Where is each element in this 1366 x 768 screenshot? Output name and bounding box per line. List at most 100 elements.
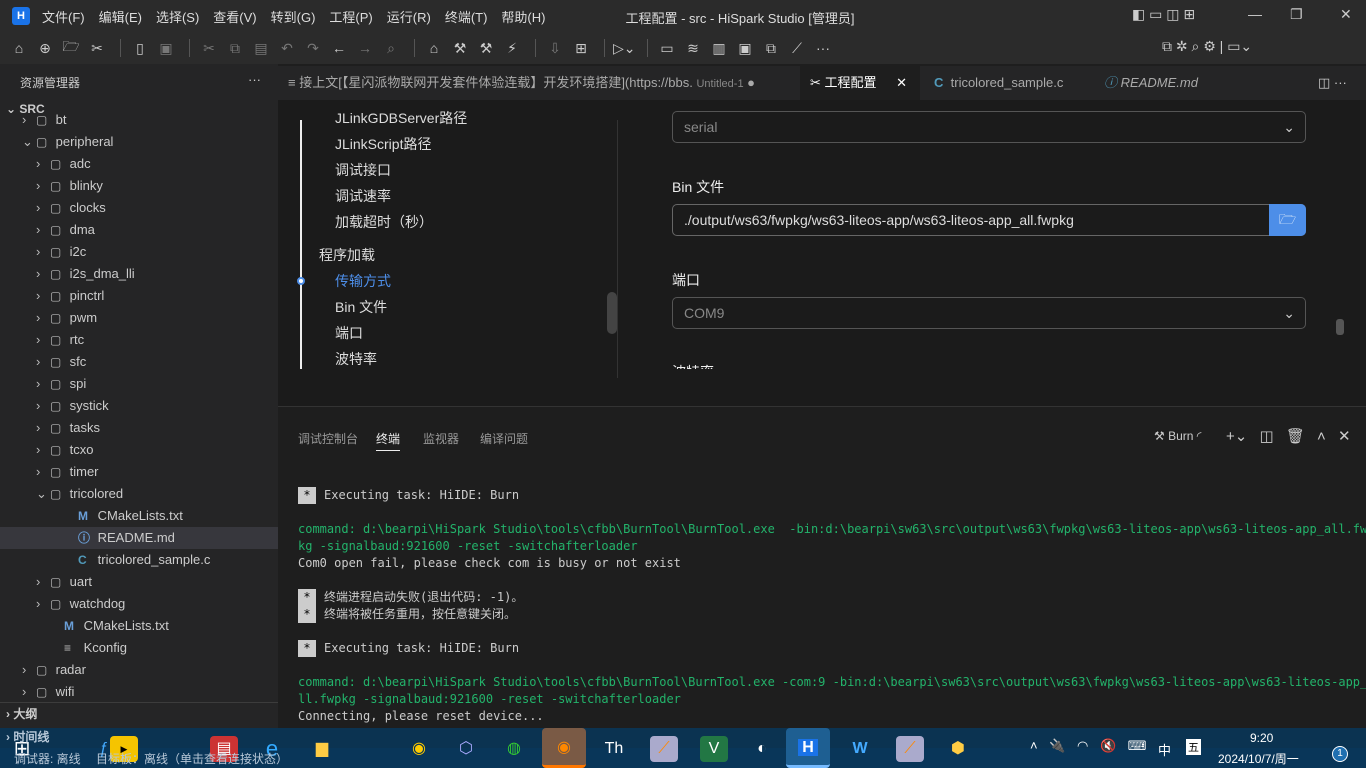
firefox-icon[interactable]: ◉ (542, 728, 586, 768)
cut-icon[interactable]: ✂ (198, 40, 220, 57)
tree-item[interactable]: › ▢ i2c (0, 241, 278, 263)
tree-item[interactable]: M CMakeLists.txt (0, 505, 278, 527)
minimize-button[interactable]: — (1248, 6, 1262, 22)
port-select[interactable]: COM9 ⌄ (672, 297, 1306, 329)
app-icon-2[interactable]: ⟋ (896, 736, 924, 762)
rebuild-icon[interactable]: ⚒ (475, 40, 497, 57)
tree-item[interactable]: › ▢ clocks (0, 197, 278, 219)
menu-item[interactable]: 文件(F) (42, 10, 85, 25)
home-icon[interactable]: ⌂ (8, 40, 30, 56)
panel-tab[interactable]: 终端 (376, 430, 401, 451)
outline-section[interactable]: › 大纲 (0, 702, 278, 724)
virtualbox-icon[interactable]: ⬡ (452, 736, 480, 762)
config-nav-item[interactable]: 加载超时（秒） (335, 212, 433, 232)
typora-icon[interactable]: Th (600, 736, 628, 762)
tab-tricolored-sample[interactable]: C tricolored_sample.c (924, 66, 1089, 100)
copy-icon[interactable]: ⧉ (224, 40, 246, 57)
tab-project-config[interactable]: ✂ 工程配置 ✕ (800, 66, 920, 100)
tree-item[interactable]: › ▢ sfc (0, 351, 278, 373)
config-nav-item[interactable]: 程序加载 (319, 245, 375, 265)
tree-item[interactable]: › ▢ radar (0, 659, 278, 681)
browse-folder-button[interactable]: 🗁 (1269, 204, 1306, 236)
menu-item[interactable]: 选择(S) (156, 10, 199, 25)
menu-item[interactable]: 查看(V) (213, 10, 256, 25)
close-tab-icon[interactable]: ✕ (896, 75, 907, 90)
tree-item[interactable]: M CMakeLists.txt (0, 615, 278, 637)
config-nav-item[interactable]: 调试接口 (335, 160, 391, 180)
burn-icon[interactable]: ⚡ (501, 40, 523, 57)
clock-time[interactable]: 9:20 (1250, 731, 1273, 745)
wechat-icon[interactable]: ◍ (500, 736, 528, 762)
tree-item[interactable]: › ▢ blinky (0, 175, 278, 197)
config-nav-item[interactable]: JLinkGDBServer路径 (335, 108, 467, 128)
close-window-button[interactable]: ✕ (1340, 6, 1352, 23)
config-nav-item[interactable]: 端口 (335, 323, 363, 343)
panel-tab[interactable]: 调试控制台 (298, 430, 358, 447)
chip-icon[interactable]: ▣ (734, 40, 756, 57)
file-icon[interactable]: ▯ (129, 40, 151, 57)
tree-item[interactable]: › ▢ systick (0, 395, 278, 417)
chart-icon[interactable]: ▥ (708, 40, 730, 57)
ime-indicator[interactable]: 中 (1158, 740, 1171, 759)
config-nav-item[interactable]: 波特率 (335, 349, 377, 369)
tree-item[interactable]: › ▢ adc (0, 153, 278, 175)
tree-item[interactable]: › ▢ bt (0, 109, 278, 131)
clock-date[interactable]: 2024/10/7/周一 (1218, 750, 1299, 767)
menu-item[interactable]: 转到(G) (271, 10, 316, 25)
task-selector[interactable]: ⚒ Burn ◜ (1154, 429, 1201, 443)
tree-item[interactable]: › ▢ pinctrl (0, 285, 278, 307)
tree-item[interactable]: ⌄ ▢ peripheral (0, 131, 278, 153)
debug-icon[interactable]: ▷⌄ (613, 40, 636, 57)
target-status[interactable]: 目标板：离线（单击查看连接状态） (96, 750, 288, 767)
tree-item[interactable]: › ▢ watchdog (0, 593, 278, 615)
config-nav-item[interactable]: 传输方式 (335, 271, 391, 291)
download-icon[interactable]: ⇩ (544, 40, 566, 57)
panel-actions[interactable]: +⌄ ◫ 🗑 ˄ ✕ (1226, 427, 1351, 445)
explorer-more-button[interactable]: ··· (248, 72, 261, 87)
tree-item[interactable]: ⌄ ▢ tricolored (0, 483, 278, 505)
toolbar-right-icons[interactable]: ⧉ ✲ ⌕ ⚙ | ▭⌄ (1162, 38, 1252, 55)
tree-item[interactable]: › ▢ tasks (0, 417, 278, 439)
tree-item[interactable]: ≡ Kconfig (0, 637, 278, 659)
file-explorer-icon[interactable]: ▆ (308, 736, 336, 762)
open-folder-icon[interactable]: 🗁 (60, 36, 82, 60)
clean-icon[interactable]: ⌂ (423, 40, 445, 56)
menu-item[interactable]: 编辑(E) (99, 10, 142, 25)
menu-item[interactable]: 终端(T) (445, 10, 488, 25)
find-icon[interactable]: ⌕ (380, 40, 402, 57)
tree-item[interactable]: ⓘ README.md (0, 527, 278, 549)
save-icon[interactable]: ▣ (155, 40, 177, 57)
bin-file-input[interactable]: ./output/ws63/fwpkg/ws63-liteos-app/ws63… (672, 204, 1306, 236)
tree-item[interactable]: › ▢ tcxo (0, 439, 278, 461)
diagram-icon[interactable]: ⊞ (570, 40, 592, 57)
more-icon[interactable]: ··· (812, 40, 834, 56)
nav-scrollbar[interactable] (607, 292, 617, 334)
notification-badge[interactable]: 1 (1332, 746, 1348, 762)
build-icon[interactable]: ⚒ (449, 40, 471, 57)
transfer-method-select[interactable]: serial ⌄ (672, 111, 1306, 143)
undo-icon[interactable]: ↶ (276, 40, 298, 57)
back-icon[interactable]: ← (328, 40, 350, 56)
config-icon[interactable]: ✂ (86, 40, 108, 57)
tree-item[interactable]: › ▢ dma (0, 219, 278, 241)
maximize-button[interactable]: ❐ (1290, 6, 1303, 23)
tree-item[interactable]: › ▢ rtc (0, 329, 278, 351)
plugins-icon[interactable]: ⧉ (760, 40, 782, 57)
system-tray[interactable]: ˄ 🔌 ◠ 🔇 ⌨ (1030, 738, 1147, 754)
tree-item[interactable]: › ▢ pwm (0, 307, 278, 329)
panel-tab[interactable]: 监视器 (423, 430, 459, 447)
debugger-status[interactable]: 调试器: 离线 (14, 750, 81, 767)
new-file-icon[interactable]: ⊕ (34, 40, 56, 57)
layout-icon[interactable]: ◧ ▭ ◫ ⊞ (1132, 6, 1195, 23)
menu-item[interactable]: 工程(P) (329, 10, 372, 25)
tree-item[interactable]: › ▢ wifi (0, 681, 278, 703)
tab-blog-draft[interactable]: ≡ 接上文[【星闪派物联网开发套件体验连载】开发环境搭建](https://bb… (278, 66, 800, 100)
graph-icon[interactable]: ⟋ (786, 40, 808, 57)
tree-item[interactable]: C tricolored_sample.c (0, 549, 278, 571)
paste-icon[interactable]: ▤ (250, 40, 272, 57)
tree-item[interactable]: › ▢ spi (0, 373, 278, 395)
redo-icon[interactable]: ↷ (302, 40, 324, 57)
layers-icon[interactable]: ≋ (682, 40, 704, 57)
config-nav-item[interactable]: JLinkScript路径 (335, 134, 431, 154)
menu-item[interactable]: 帮助(H) (501, 10, 545, 25)
